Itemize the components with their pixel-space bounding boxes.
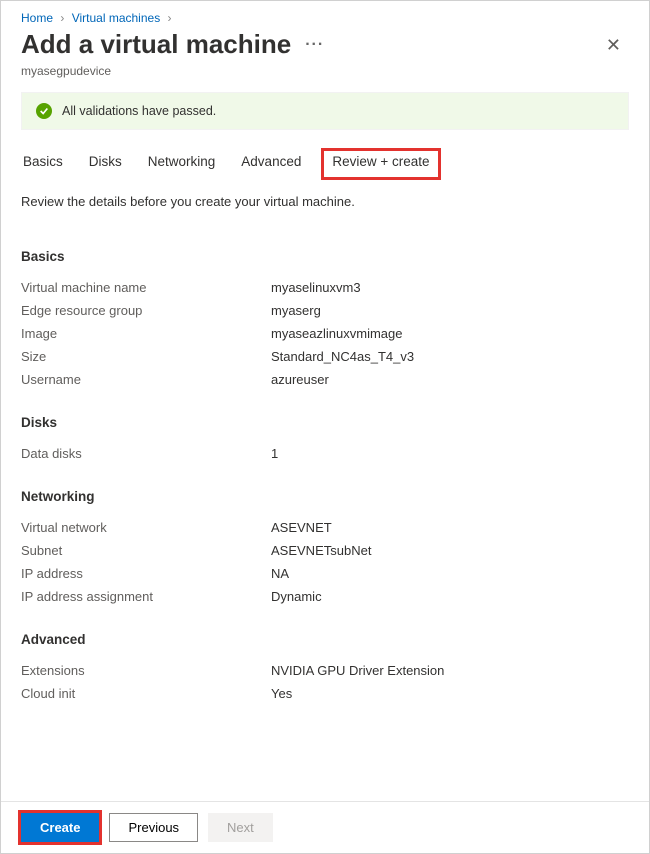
section-heading-networking: Networking [21, 489, 629, 504]
label-ip-address: IP address [21, 566, 271, 581]
value-subnet: ASEVNETsubNet [271, 543, 371, 558]
page-title: Add a virtual machine [21, 29, 291, 60]
breadcrumb: Home › Virtual machines › [1, 1, 649, 29]
value-extensions: NVIDIA GPU Driver Extension [271, 663, 444, 678]
value-image: myaseazlinuxvmimage [271, 326, 403, 341]
review-instruction: Review the details before you create you… [1, 178, 649, 217]
chevron-right-icon: › [168, 11, 172, 25]
row-username: Username azureuser [21, 368, 629, 391]
section-heading-advanced: Advanced [21, 632, 629, 647]
section-heading-basics: Basics [21, 249, 629, 264]
label-virtual-network: Virtual network [21, 520, 271, 535]
row-data-disks: Data disks 1 [21, 442, 629, 465]
label-username: Username [21, 372, 271, 387]
check-icon [36, 103, 52, 119]
section-heading-disks: Disks [21, 415, 629, 430]
row-image: Image myaseazlinuxvmimage [21, 322, 629, 345]
value-vm-name: myaselinuxvm3 [271, 280, 361, 295]
value-ip-assignment: Dynamic [271, 589, 322, 604]
label-ip-assignment: IP address assignment [21, 589, 271, 604]
value-data-disks: 1 [271, 446, 278, 461]
label-data-disks: Data disks [21, 446, 271, 461]
tab-advanced[interactable]: Advanced [239, 148, 303, 178]
more-icon[interactable]: ··· [305, 36, 324, 54]
row-ip-address: IP address NA [21, 562, 629, 585]
tab-review-create[interactable]: Review + create [321, 148, 440, 180]
tab-disks[interactable]: Disks [87, 148, 124, 178]
value-ip-address: NA [271, 566, 289, 581]
validation-message: All validations have passed. [62, 104, 216, 118]
value-username: azureuser [271, 372, 329, 387]
tabs: Basics Disks Networking Advanced Review … [1, 148, 649, 178]
row-ip-assignment: IP address assignment Dynamic [21, 585, 629, 608]
row-resource-group: Edge resource group myaserg [21, 299, 629, 322]
value-cloud-init: Yes [271, 686, 292, 701]
row-subnet: Subnet ASEVNETsubNet [21, 539, 629, 562]
tab-networking[interactable]: Networking [146, 148, 218, 178]
close-button[interactable]: ✕ [598, 32, 629, 58]
label-image: Image [21, 326, 271, 341]
row-size: Size Standard_NC4as_T4_v3 [21, 345, 629, 368]
row-vm-name: Virtual machine name myaselinuxvm3 [21, 276, 629, 299]
label-size: Size [21, 349, 271, 364]
label-extensions: Extensions [21, 663, 271, 678]
breadcrumb-home[interactable]: Home [21, 11, 53, 25]
footer: Create Previous Next [1, 801, 649, 853]
value-resource-group: myaserg [271, 303, 321, 318]
value-size: Standard_NC4as_T4_v3 [271, 349, 414, 364]
chevron-right-icon: › [60, 11, 64, 25]
page-subtitle: myasegpudevice [1, 64, 649, 92]
content: Basics Virtual machine name myaselinuxvm… [1, 217, 649, 715]
label-cloud-init: Cloud init [21, 686, 271, 701]
row-extensions: Extensions NVIDIA GPU Driver Extension [21, 659, 629, 682]
page-header: Add a virtual machine ··· ✕ [1, 29, 649, 64]
label-subnet: Subnet [21, 543, 271, 558]
label-vm-name: Virtual machine name [21, 280, 271, 295]
row-virtual-network: Virtual network ASEVNET [21, 516, 629, 539]
create-button[interactable]: Create [21, 813, 99, 842]
tab-basics[interactable]: Basics [21, 148, 65, 178]
row-cloud-init: Cloud init Yes [21, 682, 629, 705]
previous-button[interactable]: Previous [109, 813, 198, 842]
page-title-container: Add a virtual machine ··· [21, 29, 324, 60]
breadcrumb-virtual-machines[interactable]: Virtual machines [72, 11, 161, 25]
label-resource-group: Edge resource group [21, 303, 271, 318]
value-virtual-network: ASEVNET [271, 520, 332, 535]
next-button: Next [208, 813, 273, 842]
validation-banner: All validations have passed. [21, 92, 629, 130]
